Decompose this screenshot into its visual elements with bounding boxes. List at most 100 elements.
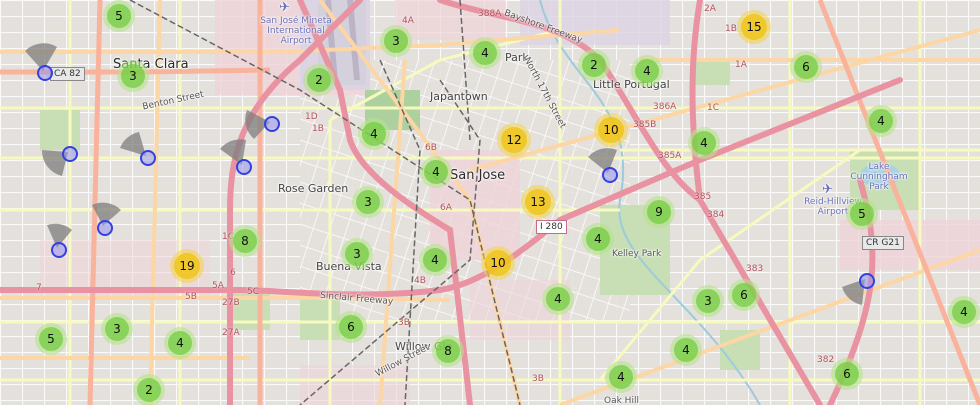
cluster-marker[interactable]: 3	[692, 285, 724, 317]
cluster-count: 4	[692, 131, 716, 155]
cluster-marker[interactable]: 3	[380, 25, 412, 57]
oak-hill-label: Oak Hill	[604, 396, 639, 405]
cluster-marker[interactable]: 3	[352, 186, 384, 218]
camera-marker[interactable]	[51, 242, 67, 258]
cluster-marker[interactable]: 8	[432, 335, 464, 367]
cluster-marker[interactable]: 19	[170, 249, 204, 283]
cluster-marker[interactable]: 4	[420, 156, 452, 188]
cluster-marker[interactable]: 2	[578, 49, 610, 81]
exit-label: 382	[817, 355, 835, 365]
exit-label: 7	[36, 283, 42, 293]
cluster-count: 3	[105, 317, 129, 341]
cluster-marker[interactable]: 4	[688, 127, 720, 159]
cluster-marker[interactable]: 5	[35, 323, 67, 355]
kelley-park-label: Kelley Park	[612, 249, 662, 259]
japantown-label: Japantown	[430, 90, 488, 103]
camera-marker[interactable]	[97, 220, 113, 236]
cluster-marker[interactable]: 13	[521, 185, 555, 219]
exit-label: 1D	[305, 112, 318, 122]
airport-plane-icon-2: ✈	[822, 182, 833, 197]
cluster-marker[interactable]: 9	[643, 196, 675, 228]
rose-garden-label: Rose Garden	[278, 182, 349, 195]
exit-label: 384	[707, 210, 725, 220]
cluster-marker[interactable]: 10	[481, 246, 515, 280]
cluster-count: 4	[546, 287, 570, 311]
san-jose-label: San Jose	[450, 168, 506, 183]
exit-label: 4B	[414, 276, 426, 286]
cluster-marker[interactable]: 6	[831, 358, 863, 390]
cluster-count: 4	[473, 41, 497, 65]
camera-marker[interactable]	[236, 159, 252, 175]
map-view[interactable]: Santa Clara San Jose Japantown Little Po…	[0, 0, 980, 405]
cluster-count: 4	[869, 109, 893, 133]
cluster-marker[interactable]: 4	[358, 118, 390, 150]
cluster-count: 15	[741, 14, 767, 40]
cluster-count: 6	[835, 362, 859, 386]
cluster-marker[interactable]: 5	[103, 0, 135, 32]
lake-cunningham-park-label: Lake Cunningham Park	[850, 162, 908, 192]
cluster-count: 4	[609, 365, 633, 389]
cluster-count: 9	[647, 200, 671, 224]
cluster-marker[interactable]: 3	[341, 238, 373, 270]
cluster-count: 8	[233, 229, 257, 253]
cluster-marker[interactable]: 2	[133, 374, 165, 405]
cluster-count: 4	[674, 338, 698, 362]
cluster-count: 4	[423, 248, 447, 272]
cluster-count: 2	[307, 68, 331, 92]
cluster-count: 6	[339, 315, 363, 339]
cluster-count: 4	[168, 331, 192, 355]
cluster-marker[interactable]: 4	[469, 37, 501, 69]
cluster-marker[interactable]: 6	[790, 51, 822, 83]
cluster-count: 19	[174, 253, 200, 279]
airport-plane-icon: ✈	[279, 0, 290, 15]
camera-marker[interactable]	[264, 116, 280, 132]
cluster-marker[interactable]: 4	[631, 55, 663, 87]
camera-marker[interactable]	[602, 167, 618, 183]
exit-label: 383	[746, 264, 764, 274]
exit-label: 6B	[425, 143, 437, 153]
cluster-marker[interactable]: 4	[948, 296, 980, 328]
cluster-count: 4	[586, 227, 610, 251]
cluster-count: 5	[39, 327, 63, 351]
exit-label: 4A	[402, 16, 414, 26]
cluster-count: 4	[362, 122, 386, 146]
i-280-shield: I 280	[536, 220, 567, 234]
cluster-marker[interactable]: 4	[865, 105, 897, 137]
exit-label: 27B	[222, 298, 240, 308]
exit-388a-label: 388A	[478, 9, 502, 19]
cluster-count: 4	[424, 160, 448, 184]
cluster-marker[interactable]: 4	[670, 334, 702, 366]
cluster-marker[interactable]: 8	[229, 225, 261, 257]
cluster-marker[interactable]: 4	[164, 327, 196, 359]
cluster-marker[interactable]: 4	[542, 283, 574, 315]
cluster-marker[interactable]: 2	[303, 64, 335, 96]
cluster-count: 6	[794, 55, 818, 79]
cluster-marker[interactable]: 5	[846, 198, 878, 230]
exit-label: 3B	[398, 318, 410, 328]
camera-marker[interactable]	[859, 273, 875, 289]
cluster-marker[interactable]: 4	[605, 361, 637, 393]
cluster-marker[interactable]: 15	[737, 10, 771, 44]
cluster-marker[interactable]: 3	[101, 313, 133, 345]
cluster-marker[interactable]: 6	[728, 279, 760, 311]
camera-marker[interactable]	[37, 65, 53, 81]
exit-label: 1A	[735, 60, 747, 70]
exit-label: 6A	[440, 203, 452, 213]
exit-label: 386A	[653, 102, 677, 112]
cluster-count: 3	[696, 289, 720, 313]
cluster-marker[interactable]: 12	[497, 123, 531, 157]
exit-label: 5A	[212, 281, 224, 291]
cluster-count: 8	[436, 339, 460, 363]
cluster-marker[interactable]: 3	[117, 60, 149, 92]
cluster-marker[interactable]: 10	[594, 113, 628, 147]
cluster-marker[interactable]: 4	[419, 244, 451, 276]
camera-marker[interactable]	[62, 146, 78, 162]
cluster-marker[interactable]: 6	[335, 311, 367, 343]
exit-label: 5C	[247, 287, 260, 297]
exit-label: 1B	[312, 124, 324, 134]
sjc-airport-label: San José Mineta International Airport	[260, 16, 332, 46]
cluster-count: 5	[850, 202, 874, 226]
cluster-count: 4	[635, 59, 659, 83]
camera-marker[interactable]	[140, 150, 156, 166]
cluster-marker[interactable]: 4	[582, 223, 614, 255]
